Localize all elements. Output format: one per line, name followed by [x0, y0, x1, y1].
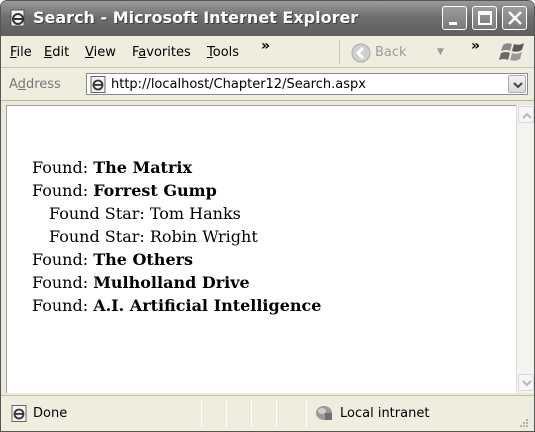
status-text: Done [33, 406, 68, 421]
security-zone: Local intranet [340, 406, 430, 421]
star-name: Robin Wright [149, 227, 258, 246]
title-bar[interactable]: Search - Microsoft Internet Explorer [1, 1, 534, 36]
result-line: Found: The Others [32, 250, 194, 269]
scroll-down-button[interactable] [518, 374, 534, 391]
scroll-up-icon [522, 112, 532, 119]
address-dropdown-button[interactable] [508, 75, 526, 93]
ie-page-icon [10, 9, 25, 27]
menu-bar: File Edit View Favorites Tools » Back ▼ … [1, 36, 534, 68]
toolbar-overflow-chevron[interactable]: » [471, 38, 480, 54]
window-title: Search - Microsoft Internet Explorer [33, 8, 359, 27]
result-title: The Others [93, 250, 194, 269]
status-divider [226, 400, 227, 427]
back-dropdown-arrow[interactable]: ▼ [437, 47, 444, 57]
maximize-button[interactable] [472, 6, 497, 30]
windows-logo-icon [499, 43, 524, 61]
dropdown-arrow-icon [513, 82, 523, 89]
result-title: A.I. Artificial Intelligence [93, 296, 322, 315]
star-name: Tom Hanks [149, 204, 241, 223]
scroll-down-icon [522, 380, 532, 387]
browser-window: Search - Microsoft Internet Explorer Fil… [0, 0, 535, 432]
menu-favorites[interactable]: Favorites [132, 45, 191, 60]
close-button[interactable] [502, 6, 527, 30]
status-divider [201, 400, 202, 427]
menu-overflow-chevron[interactable]: » [261, 38, 270, 54]
close-icon [508, 11, 522, 25]
star-line: Found Star: Robin Wright [49, 227, 258, 246]
result-line: Found: A.I. Artificial Intelligence [32, 296, 322, 315]
address-input[interactable]: http://localhost/Chapter12/Search.aspx [86, 73, 528, 95]
ie-page-icon [11, 405, 27, 422]
status-bar: Done Local intranet [1, 395, 534, 431]
back-button[interactable]: Back ▼ [351, 41, 456, 65]
ie-page-icon [90, 76, 106, 93]
result-line: Found: Forrest Gump [32, 181, 217, 200]
menu-tools[interactable]: Tools [207, 45, 259, 60]
result-title: Forrest Gump [93, 181, 217, 200]
menu-file[interactable]: File [10, 45, 32, 60]
minimize-icon [449, 22, 457, 25]
resize-grip-icon[interactable] [515, 416, 529, 430]
menu-separator [339, 40, 340, 64]
status-divider [306, 400, 307, 427]
back-arrow-icon [351, 43, 371, 63]
address-label: Address [9, 77, 61, 92]
maximize-icon [478, 11, 492, 25]
star-line: Found Star: Tom Hanks [49, 204, 241, 223]
back-label: Back [375, 45, 407, 60]
result-line: Found: Mulholland Drive [32, 273, 250, 292]
scroll-up-button[interactable] [518, 106, 534, 123]
menu-edit[interactable]: Edit [44, 45, 69, 60]
intranet-icon [316, 406, 332, 420]
status-divider [251, 400, 252, 427]
address-url: http://localhost/Chapter12/Search.aspx [111, 77, 366, 92]
address-bar: Address http://localhost/Chapter12/Searc… [1, 68, 534, 101]
menu-view[interactable]: View [85, 45, 116, 60]
results-list: Found: The Matrix Found: Forrest Gump Fo… [32, 156, 321, 317]
result-title: The Matrix [93, 158, 192, 177]
vertical-scrollbar[interactable] [516, 105, 534, 393]
result-line: Found: The Matrix [32, 158, 192, 177]
minimize-button[interactable] [442, 6, 467, 30]
result-title: Mulholland Drive [93, 273, 250, 292]
page-content: Found: The Matrix Found: Forrest Gump Fo… [6, 105, 516, 393]
status-divider [276, 400, 277, 427]
